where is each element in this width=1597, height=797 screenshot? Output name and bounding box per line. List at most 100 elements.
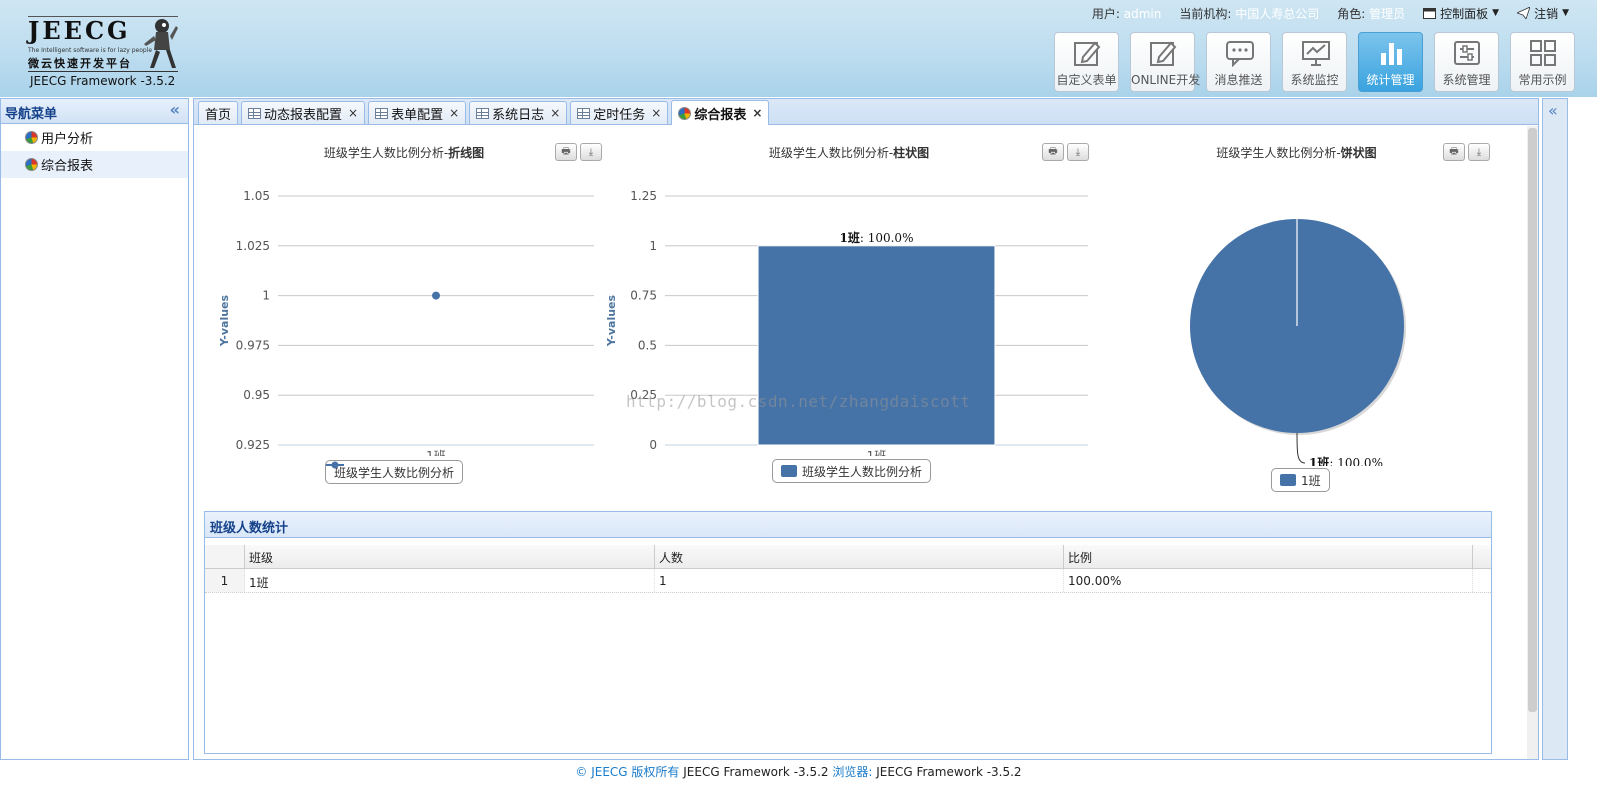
close-icon[interactable]: × (449, 106, 459, 120)
y-tick-label: 0.975 (236, 338, 270, 352)
watermark-text: http://blog.csdn.net/zhangdaiscott (626, 392, 971, 411)
y-axis-label: Y-values (605, 294, 618, 347)
vertical-scrollbar[interactable] (1527, 126, 1538, 759)
module-online-dev[interactable]: ONLINE开发 (1130, 32, 1200, 92)
role-name: 管理员 (1369, 6, 1406, 21)
logo-tagline: The Intelligent software is for lazy peo… (28, 47, 153, 54)
chart-legend[interactable]: 1班 (1271, 468, 1330, 492)
row-number: 1 (205, 569, 245, 592)
settings-icon (1454, 41, 1480, 65)
line-chart: 班级学生人数比例分析-折线图 🖶 ⤓ 1.05 1.025 1 0.975 0.95 0.… (204, 136, 604, 496)
chart-legend[interactable]: 班级学生人数比例分析 (325, 460, 464, 484)
expand-right-icon[interactable]: « (1548, 101, 1558, 120)
footer-framework: JEECG Framework -3.5.2 (683, 765, 829, 779)
bar-stats-icon (1381, 43, 1402, 65)
column-header[interactable]: 比例 (1064, 545, 1473, 568)
user-name: admin (1123, 6, 1162, 21)
legend-swatch-icon (1280, 474, 1296, 486)
header: JEECG The Intelligent software is for la… (0, 0, 1597, 97)
line-chart-svg: 1.05 1.025 1 0.975 0.95 0.925 1班 Y-values (218, 189, 594, 456)
pie-chart-svg: 1班: 100.0% (1190, 219, 1406, 466)
data-label: 1班: 100.0% (840, 230, 914, 245)
y-tick-label: 1.025 (236, 239, 270, 253)
close-icon[interactable]: × (550, 106, 560, 120)
close-icon[interactable]: × (651, 106, 661, 120)
edit-form-icon (1074, 41, 1101, 66)
collapse-left-icon[interactable]: « (170, 100, 180, 119)
close-icon[interactable]: × (752, 106, 762, 120)
sidebar-title: 导航菜单 (5, 107, 58, 122)
robot-mascot-icon (144, 19, 178, 68)
class-stats-panel: 班级人数统计 班级 人数 比例 1 1班 1 100.00% (204, 511, 1492, 754)
role-info: 角色: 管理员 (1337, 6, 1406, 21)
tab-scheduled-task[interactable]: 定时任务 × (570, 101, 669, 124)
sidebar-item-label: 综合报表 (41, 159, 94, 174)
module-statistics[interactable]: 统计管理 (1358, 32, 1423, 92)
main-panel: 首页 动态报表配置 × 表单配置 × 系统日志 × 定时任务 × 综合报表 × (193, 98, 1539, 760)
sidebar-item-report[interactable]: 综合报表 (1, 151, 188, 178)
user-info: 用户: admin (1091, 6, 1162, 21)
module-examples[interactable]: 常用示例 (1510, 32, 1575, 92)
bar-chart: 班级学生人数比例分析-柱状图 🖶 ⤓ 1.25 1 0.75 0.5 0.25 0 1班 Y-… (599, 136, 1099, 496)
scrollbar-thumb[interactable] (1528, 128, 1537, 712)
close-icon[interactable]: × (348, 106, 358, 120)
table-body: 1 1班 1 100.00% (205, 569, 1491, 593)
column-header[interactable]: 人数 (655, 545, 1064, 568)
x-tick-label: 1班 (426, 449, 446, 456)
pie-chart-icon (25, 158, 38, 171)
row-number-header (205, 545, 245, 568)
data-label: 1班: 100.0% (1309, 455, 1383, 466)
east-collapsed-panel: « (1542, 98, 1568, 760)
y-tick-label: 1.05 (243, 189, 270, 203)
panel-title: 班级人数统计 (205, 512, 1491, 538)
logo-word: JEECG (28, 16, 131, 45)
online-dev-icon (1150, 41, 1177, 66)
chart-legend[interactable]: 班级学生人数比例分析 (772, 459, 932, 483)
control-panel-menu[interactable]: 控制面板 ▼ (1423, 5, 1499, 22)
logout-menu[interactable]: 注销 ▼ (1517, 5, 1569, 22)
module-custom-form[interactable]: 自定义表单 (1054, 32, 1119, 92)
table-cell: 100.00% (1064, 569, 1473, 592)
y-tick-label: 0.925 (236, 438, 270, 452)
module-message-push[interactable]: 消息推送 (1206, 32, 1271, 92)
y-tick-label: 1 (649, 239, 657, 253)
sidebar-item-user-analysis[interactable]: 用户分析 (1, 124, 188, 151)
tab-system-log[interactable]: 系统日志 × (469, 101, 568, 124)
pie-label-connector (1296, 432, 1306, 464)
paper-plane-icon (1517, 7, 1531, 19)
framework-version: JEECG Framework -3.5.2 (30, 74, 176, 88)
tab-form-config[interactable]: 表单配置 × (368, 101, 467, 124)
y-tick-label: 0.95 (243, 388, 270, 402)
module-system-monitor[interactable]: 系统监控 (1282, 32, 1347, 92)
module-system-manage[interactable]: 系统管理 (1434, 32, 1499, 92)
pie-chart: 班级学生人数比例分析-饼状图 🖶 ⤓ 1班: 100.0% 1班 (1099, 136, 1494, 496)
tab-dynamic-report-config[interactable]: 动态报表配置 × (241, 101, 366, 124)
table-row[interactable]: 1 1班 1 100.00% (205, 569, 1491, 593)
report-content: 班级学生人数比例分析-折线图 🖶 ⤓ 1.05 1.025 1 0.975 0.95 0.… (194, 126, 1526, 759)
footer: © JEECG 版权所有 JEECG Framework -3.5.2 浏览器:… (0, 760, 1597, 797)
pie-chart-icon (678, 106, 692, 120)
monitor-icon (1302, 41, 1330, 66)
y-tick-label: 1.25 (630, 189, 657, 203)
pie-chart-icon (25, 131, 38, 144)
table-icon (577, 107, 591, 119)
y-axis-label: Y-values (218, 294, 231, 347)
logo: JEECG The Intelligent software is for la… (28, 14, 178, 90)
tab-comprehensive-report[interactable]: 综合报表 × (671, 100, 770, 125)
legend-swatch-icon (781, 465, 797, 477)
logo-cn: 微云快速开发平台 (28, 57, 132, 70)
tab-home[interactable]: 首页 (198, 101, 239, 124)
module-toolbar: 自定义表单 ONLINE开发 消息推送 系统监控 统计管理 系统管理 常用示例 (1054, 32, 1575, 92)
window-icon (1423, 7, 1437, 19)
bar (757, 245, 996, 446)
message-icon (1226, 41, 1254, 67)
org-info: 当前机构: 中国人寿总公司 (1179, 6, 1320, 21)
data-point (432, 291, 440, 300)
column-header[interactable]: 班级 (245, 545, 655, 568)
y-tick-label: 0 (649, 438, 657, 452)
sidebar: 导航菜单 « 用户分析 综合报表 (0, 98, 189, 760)
logo-rule (28, 71, 178, 72)
x-tick-label: 1班 (867, 449, 887, 456)
grid-examples-icon (1530, 40, 1556, 66)
y-tick-label: 0.5 (638, 338, 657, 352)
